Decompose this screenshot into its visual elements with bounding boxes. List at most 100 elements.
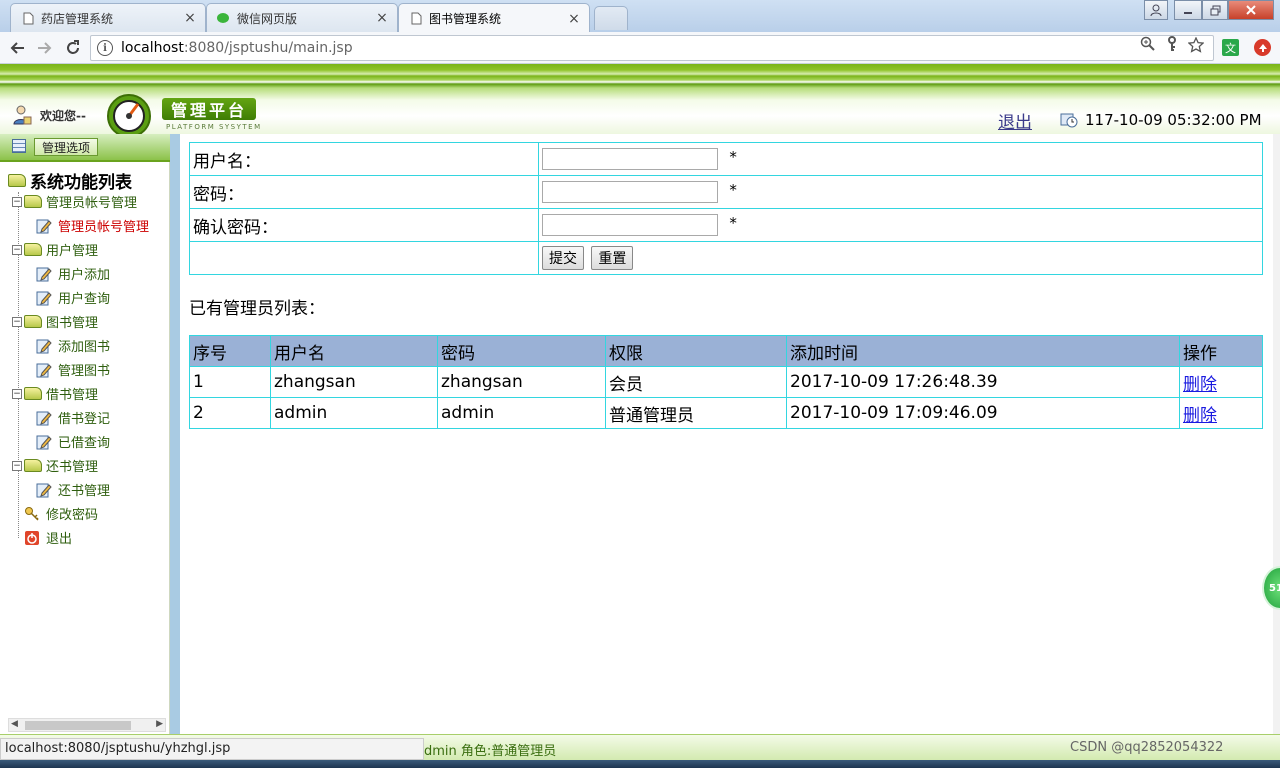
extension-icon[interactable] xyxy=(1254,39,1271,56)
tree-item-label: 借书登记 xyxy=(58,412,111,427)
collapse-icon[interactable]: − xyxy=(12,316,22,327)
tab-close-icon[interactable]: × xyxy=(375,10,389,26)
delete-link[interactable]: 删除 xyxy=(1183,375,1217,395)
tab-wechat[interactable]: 微信网页版 × xyxy=(206,3,398,32)
tree-item-label: 用户添加 xyxy=(58,268,111,283)
logout-link[interactable]: 退出 xyxy=(998,108,1032,133)
tab-close-icon[interactable]: × xyxy=(183,10,197,26)
info-icon[interactable]: i xyxy=(97,40,113,56)
reload-button[interactable] xyxy=(62,37,84,59)
tree-item-admin-account[interactable]: 管理员帐号管理 xyxy=(36,216,149,235)
management-options-button[interactable]: 管理选项 xyxy=(34,138,98,156)
tree-item-add-book[interactable]: 添加图书 xyxy=(36,336,110,355)
footer-role-text: dmin 角色:普通管理员 xyxy=(424,744,557,759)
tree-group-users[interactable]: − 用户管理 xyxy=(12,240,98,259)
key-icon[interactable] xyxy=(1166,36,1178,56)
collapse-icon[interactable]: − xyxy=(12,460,22,471)
form-row-actions: 提交 重置 xyxy=(189,241,1263,275)
form-row-username: 用户名： * xyxy=(189,142,1263,176)
frame-divider[interactable] xyxy=(170,134,180,734)
bookmark-star-icon[interactable] xyxy=(1187,36,1205,57)
tab-library[interactable]: 图书管理系统 × xyxy=(398,3,590,33)
restore-window-button[interactable] xyxy=(1202,0,1228,20)
cell-username: admin xyxy=(270,397,438,429)
tree-group-return[interactable]: − 还书管理 xyxy=(12,456,98,475)
reset-button[interactable]: 重置 xyxy=(591,246,634,270)
tree-group-books[interactable]: − 图书管理 xyxy=(12,312,98,331)
confirm-password-input[interactable] xyxy=(542,214,718,236)
tree-item-label: 管理图书 xyxy=(58,364,111,379)
cell-permission: 会员 xyxy=(605,366,787,398)
zoom-icon[interactable] xyxy=(1140,36,1155,55)
password-input[interactable] xyxy=(542,181,718,203)
tree-group-label: 用户管理 xyxy=(46,244,99,259)
folder-icon xyxy=(24,243,42,256)
main-content: 用户名： * 密码： * 确认密码： * 提交 重置 已有管理员列表： 序号 用… xyxy=(180,134,1273,734)
form-row-confirm: 确认密码： * xyxy=(189,208,1263,242)
tree-group-label: 管理员帐号管理 xyxy=(46,196,138,211)
tree-item-change-password[interactable]: 修改密码 xyxy=(24,504,98,523)
column-header: 操作 xyxy=(1179,335,1263,367)
folder-icon xyxy=(24,459,42,472)
new-tab-button[interactable] xyxy=(594,6,628,30)
tree-item-query-user[interactable]: 用户查询 xyxy=(36,288,110,307)
confirm-password-cell: * xyxy=(538,208,1263,242)
page-icon xyxy=(409,12,423,26)
scroll-right-icon[interactable]: ▶ xyxy=(156,719,163,729)
required-mark: * xyxy=(729,148,737,166)
submit-button[interactable]: 提交 xyxy=(542,246,584,270)
tree-group-label: 图书管理 xyxy=(46,316,99,331)
browser-tab-bar: 药店管理系统 × 微信网页版 × 图书管理系统 × xyxy=(0,0,1280,33)
admin-list-title: 已有管理员列表： xyxy=(189,299,325,319)
tab-close-icon[interactable]: × xyxy=(567,11,581,27)
sidebar: 管理选项 系统功能列表 − 管理员帐号管理 管理员帐号管理 − 用户管理 用户添加 … xyxy=(0,134,170,734)
logo-subtitle: PLATFORM SYSYTEM xyxy=(166,123,262,131)
confirm-password-label: 确认密码： xyxy=(189,208,539,242)
tree-item-return-manage[interactable]: 还书管理 xyxy=(36,480,110,499)
back-button[interactable] xyxy=(6,37,28,59)
tree-item-add-user[interactable]: 用户添加 xyxy=(36,264,110,283)
column-header: 序号 xyxy=(189,335,271,367)
cell-action: 删除 xyxy=(1179,397,1263,429)
column-header: 权限 xyxy=(605,335,787,367)
collapse-icon[interactable]: − xyxy=(12,196,22,207)
browser-toolbar: i localhost:8080/jsptushu/main.jsp 文 xyxy=(0,32,1280,64)
username-input[interactable] xyxy=(542,148,718,170)
table-row: 2 admin admin 普通管理员 2017-10-09 17:09:46.… xyxy=(189,397,1263,429)
wechat-icon xyxy=(217,11,231,25)
required-mark: * xyxy=(729,214,737,232)
cell-password: admin xyxy=(437,397,606,429)
collapse-icon[interactable]: − xyxy=(12,388,22,399)
page-header: 欢迎您-- 管理平台 PLATFORM SYSYTEM 退出 117-10-09… xyxy=(0,64,1280,138)
username-cell: * xyxy=(538,142,1263,176)
edit-icon xyxy=(36,339,52,353)
collapse-icon[interactable]: − xyxy=(12,244,22,255)
tree-item-borrow-register[interactable]: 借书登记 xyxy=(36,408,110,427)
page-vertical-scrollbar[interactable] xyxy=(1273,134,1280,734)
tree-item-exit[interactable]: 退出 xyxy=(24,528,72,547)
close-window-button[interactable] xyxy=(1228,0,1274,20)
folder-icon xyxy=(24,315,42,328)
key-icon xyxy=(25,506,39,521)
scroll-left-icon[interactable]: ◀ xyxy=(11,719,18,729)
tree-group-borrow[interactable]: − 借书管理 xyxy=(12,384,98,403)
url-path: :8080/jsptushu/main.jsp xyxy=(183,40,353,56)
delete-link[interactable]: 删除 xyxy=(1183,406,1217,426)
scrollbar-thumb[interactable] xyxy=(25,721,131,730)
forward-button[interactable] xyxy=(34,37,56,59)
user-profile-icon[interactable] xyxy=(1144,0,1168,20)
edit-icon xyxy=(36,267,52,281)
tab-pharmacy[interactable]: 药店管理系统 × xyxy=(10,3,206,32)
tree-group-label: 还书管理 xyxy=(46,460,99,475)
sidebar-horizontal-scrollbar[interactable]: ◀ ▶ xyxy=(8,718,166,732)
cell-password: zhangsan xyxy=(437,366,606,398)
actions-cell: 提交 重置 xyxy=(538,241,1263,275)
tree-item-manage-books[interactable]: 管理图书 xyxy=(36,360,110,379)
minimize-window-button[interactable] xyxy=(1174,0,1202,20)
status-bar-url: localhost:8080/jsptushu/yhzhgl.jsp xyxy=(0,738,424,760)
address-bar[interactable]: i localhost:8080/jsptushu/main.jsp xyxy=(90,35,1214,61)
tree-item-label: 用户查询 xyxy=(58,292,111,307)
tree-group-admin-account[interactable]: − 管理员帐号管理 xyxy=(12,192,137,211)
translate-extension-icon[interactable]: 文 xyxy=(1222,39,1239,56)
tree-item-borrowed-query[interactable]: 已借查询 xyxy=(36,432,110,451)
